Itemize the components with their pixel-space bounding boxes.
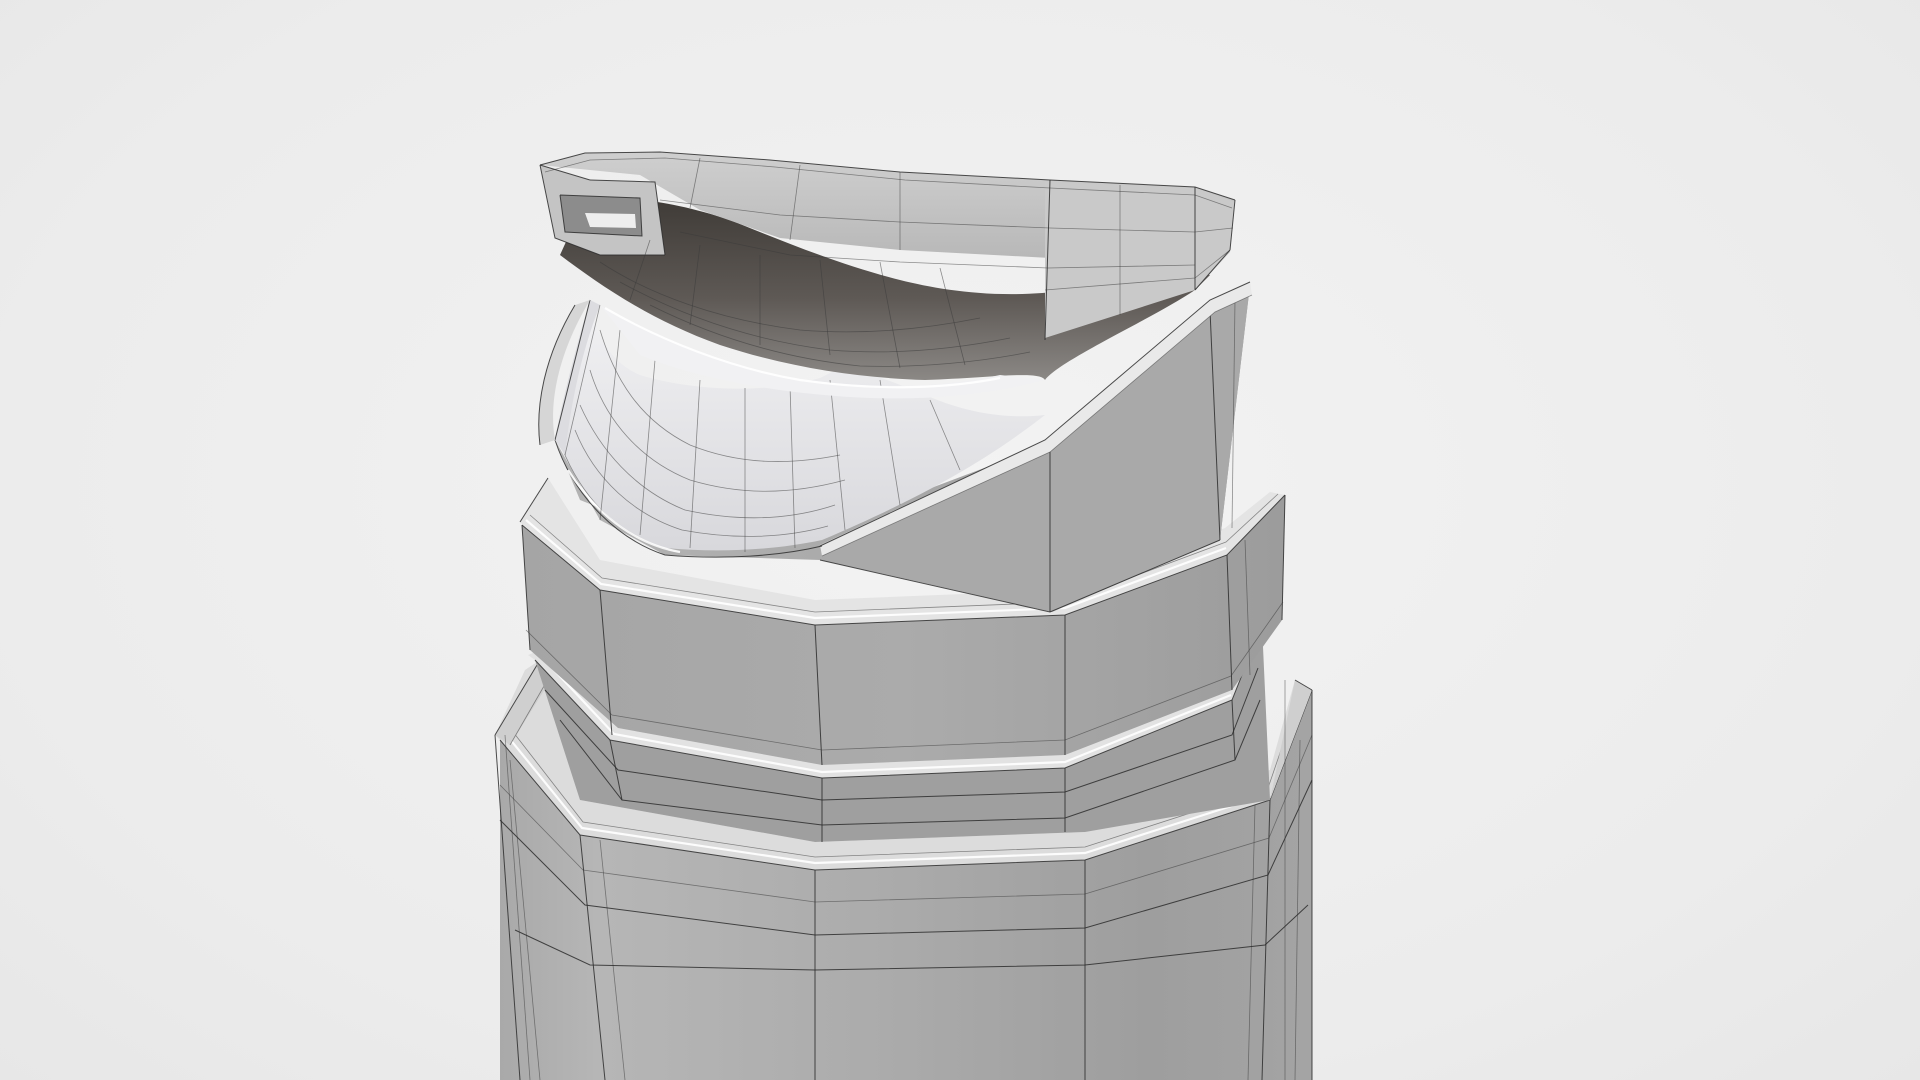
3d-viewport[interactable] xyxy=(0,0,1920,1080)
pump-head xyxy=(539,151,1236,399)
wireframe-render xyxy=(494,151,1313,1080)
